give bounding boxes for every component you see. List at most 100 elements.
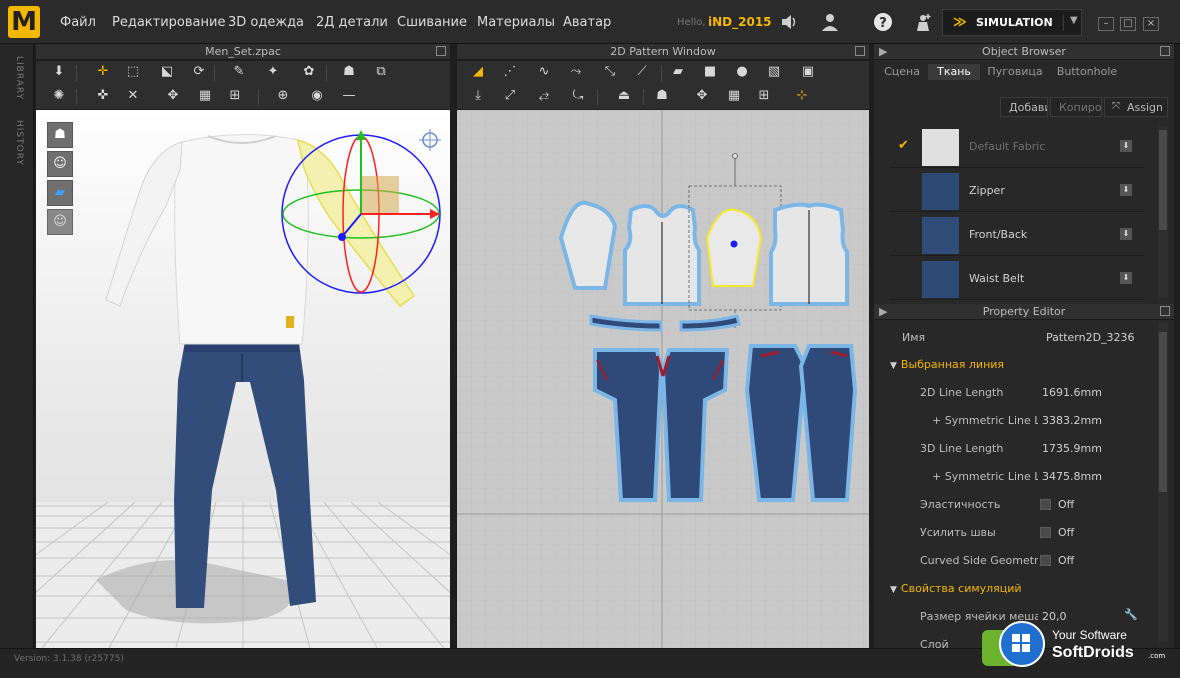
menu-materials[interactable]: Материалы — [477, 15, 555, 30]
polygon-icon[interactable]: ▰ — [667, 62, 689, 82]
close-button[interactable]: × — [1143, 17, 1159, 31]
menu-file[interactable]: Файл — [60, 15, 96, 30]
fabric-swatch[interactable] — [922, 217, 959, 254]
property-checkbox[interactable] — [1040, 499, 1051, 510]
property-value[interactable]: 1735.9mm — [1042, 442, 1102, 455]
tab-library[interactable]: LIBRARY — [10, 56, 24, 100]
speaker-icon[interactable] — [779, 12, 799, 32]
minimize-button[interactable]: – — [1098, 17, 1114, 31]
internal-rect-icon[interactable]: ▣ — [797, 62, 819, 82]
fabric-download-icon[interactable]: ⬇ — [1120, 228, 1132, 240]
menu-sewing[interactable]: Сшивание — [397, 15, 467, 30]
show-avatar-icon[interactable]: ☺ — [47, 151, 73, 177]
menu-3d-garment[interactable]: 3D одежда — [228, 15, 304, 30]
select-move-icon[interactable]: ⬇ — [48, 62, 70, 82]
property-checkbox[interactable] — [1040, 555, 1051, 566]
viewport-3d[interactable]: ☗ ☺ ▰ ☺ — [36, 110, 450, 648]
show-garment-icon[interactable]: ☗ — [47, 122, 73, 148]
pin-pattern-icon[interactable]: ✥ — [691, 86, 713, 106]
add-point-icon[interactable]: ⤡ — [599, 62, 621, 82]
rotate-pattern-icon[interactable]: ⟳ — [188, 62, 210, 82]
edit-point-line-icon[interactable]: ⋰ — [499, 62, 521, 82]
expand-icon[interactable] — [436, 46, 446, 56]
edit-point-icon[interactable]: ⬕ — [156, 62, 178, 82]
tab-history[interactable]: HISTORY — [10, 120, 24, 166]
section-header[interactable]: ▼ Выбранная линия — [890, 358, 1004, 371]
property-value[interactable]: 3475.8mm — [1042, 470, 1102, 483]
sewing-edit-icon[interactable]: ⥄ — [533, 86, 555, 106]
texture-display-icon[interactable]: ▰ — [47, 180, 73, 206]
internal-polygon-icon[interactable]: ▧ — [763, 62, 785, 82]
graphic-icon[interactable]: ⊹ — [791, 86, 813, 106]
sleeve-center-point[interactable] — [730, 240, 738, 248]
button-tool-icon[interactable]: ⊕ — [272, 86, 294, 106]
tab-fabric[interactable]: Ткань — [928, 64, 980, 80]
fabric-download-icon[interactable]: ⬇ — [1120, 184, 1132, 196]
fabric-item[interactable]: Zipper ⬇ — [890, 170, 1144, 212]
check-sewing-icon[interactable]: ⤿ — [567, 86, 589, 106]
copy-fabric-button[interactable]: Копировать — [1050, 97, 1102, 117]
add-fabric-button[interactable]: Добавить — [1000, 97, 1048, 117]
transform-pattern-icon[interactable]: ◢ — [467, 62, 489, 82]
help-icon[interactable]: ? — [873, 12, 893, 32]
edit-curve-icon[interactable]: ∿ — [533, 62, 555, 82]
avatar-pose-icon[interactable]: ✺ — [48, 86, 70, 106]
property-checkbox[interactable] — [1040, 527, 1051, 538]
iron-icon[interactable]: ⏏ — [613, 86, 635, 106]
texture-grid-icon[interactable]: ▦ — [723, 86, 745, 106]
property-value[interactable]: 3383.2mm — [1042, 414, 1102, 427]
measure-icon[interactable]: ✕ — [122, 86, 144, 106]
segment-sewing-icon[interactable]: ⤓ — [467, 86, 489, 106]
section-collapse-icon[interactable]: ▼ — [890, 361, 897, 371]
rectangle-icon[interactable]: ■ — [699, 62, 721, 82]
curve-point-icon[interactable]: ⤳ — [565, 62, 587, 82]
topstitch-icon[interactable]: — — [338, 86, 360, 106]
collapse-arrow-icon[interactable]: ▶ — [879, 304, 887, 320]
tack-icon[interactable]: ✦ — [262, 62, 284, 82]
property-scrollbar[interactable] — [1158, 322, 1168, 642]
maximize-button[interactable]: □ — [1120, 17, 1136, 31]
simulation-dropdown-icon[interactable]: ▼ — [1063, 15, 1078, 31]
pen-icon[interactable]: ✎ — [228, 62, 250, 82]
cut-icon[interactable]: ⟋ — [631, 62, 653, 82]
property-value[interactable]: 1691.6mm — [1042, 386, 1102, 399]
collapse-arrow-icon[interactable]: ▶ — [879, 44, 887, 60]
property-scroll-thumb[interactable] — [1159, 332, 1167, 492]
texture-icon[interactable]: ⊞ — [224, 86, 246, 106]
fabric-item[interactable]: Front/Back ⬇ — [890, 214, 1144, 256]
simulation-button[interactable]: ≫ SIMULATION ▼ — [942, 9, 1082, 36]
circle-icon[interactable]: ● — [731, 62, 753, 82]
shirt-icon[interactable]: ☗ — [338, 62, 360, 82]
viewport-2d[interactable] — [457, 110, 869, 648]
garment-style-icon[interactable]: ✿ — [298, 62, 320, 82]
expand-icon[interactable] — [855, 46, 865, 56]
free-sewing-icon[interactable]: ⤢ — [499, 86, 521, 106]
add-avatar-icon[interactable] — [913, 12, 933, 32]
pin-icon[interactable]: ✜ — [92, 86, 114, 106]
user-icon[interactable] — [820, 12, 840, 32]
property-value[interactable]: Off — [1058, 554, 1074, 567]
menu-avatar[interactable]: Аватар — [563, 15, 611, 30]
fabric-item[interactable]: Waist Belt ⬇ — [890, 258, 1144, 300]
expand-icon[interactable] — [1160, 306, 1170, 316]
fabric-download-icon[interactable]: ⬇ — [1120, 140, 1132, 152]
selected-sleeve[interactable] — [297, 138, 416, 308]
property-value[interactable]: Off — [1058, 526, 1074, 539]
tab-buttonhole[interactable]: Buttonhole — [1050, 64, 1124, 80]
expand-icon[interactable] — [1160, 46, 1170, 56]
menu-edit[interactable]: Редактирование — [112, 15, 225, 30]
tab-button[interactable]: Пуговица — [982, 64, 1048, 80]
fabric-swatch[interactable] — [922, 129, 959, 166]
camera-target-icon[interactable] — [419, 129, 441, 151]
shirt-pattern-icon[interactable]: ☗ — [651, 86, 673, 106]
pattern-shirt-front[interactable] — [623, 204, 701, 306]
pattern-grid-icon[interactable]: ▦ — [194, 86, 216, 106]
fabric-swatch[interactable] — [922, 173, 959, 210]
pattern-sleeve-selected[interactable] — [705, 208, 763, 287]
pattern-shirt-back[interactable] — [769, 202, 849, 306]
menu-2d-pattern[interactable]: 2Д детали — [316, 15, 388, 30]
fabric-scrollbar[interactable] — [1158, 126, 1168, 298]
button-icon[interactable]: ◉ — [306, 86, 328, 106]
section-collapse-icon[interactable]: ▼ — [890, 585, 897, 595]
box-select-icon[interactable]: ⬚ — [122, 62, 144, 82]
